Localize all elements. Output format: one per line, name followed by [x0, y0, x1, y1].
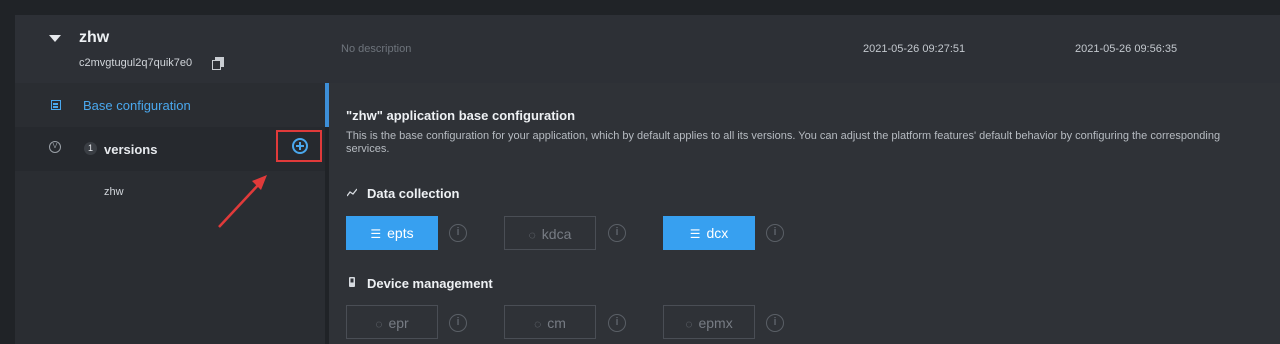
info-icon[interactable]: i — [766, 224, 784, 242]
section-title-data-collection: Data collection — [367, 186, 460, 201]
power-icon: ◌ — [528, 228, 536, 242]
info-icon[interactable]: i — [608, 314, 626, 332]
sliders-icon: ☰ — [370, 227, 382, 241]
power-icon: ◌ — [685, 317, 693, 331]
power-icon: ◌ — [375, 317, 383, 331]
trend-line-icon — [347, 188, 357, 197]
info-icon[interactable]: i — [449, 314, 467, 332]
power-icon: ◌ — [534, 317, 542, 331]
service-kdca-button[interactable]: ◌ kdca — [504, 216, 596, 250]
info-icon[interactable]: i — [608, 224, 626, 242]
page-title: "zhw" application base configuration — [346, 108, 576, 123]
sliders-icon: ☰ — [689, 227, 701, 241]
section-title-device-management: Device management — [367, 276, 493, 291]
info-icon[interactable]: i — [449, 224, 467, 242]
info-icon[interactable]: i — [766, 314, 784, 332]
service-epr-button[interactable]: ◌ epr — [346, 305, 438, 339]
service-epts-button[interactable]: ☰ epts — [346, 216, 438, 250]
service-dcx-button[interactable]: ☰ dcx — [663, 216, 755, 250]
main-panel: "zhw" application base configuration Thi… — [329, 83, 1280, 344]
service-epmx-button[interactable]: ◌ epmx — [663, 305, 755, 339]
service-cm-button[interactable]: ◌ cm — [504, 305, 596, 339]
device-icon — [349, 277, 355, 287]
page-description: This is the base configuration for your … — [346, 130, 1221, 155]
